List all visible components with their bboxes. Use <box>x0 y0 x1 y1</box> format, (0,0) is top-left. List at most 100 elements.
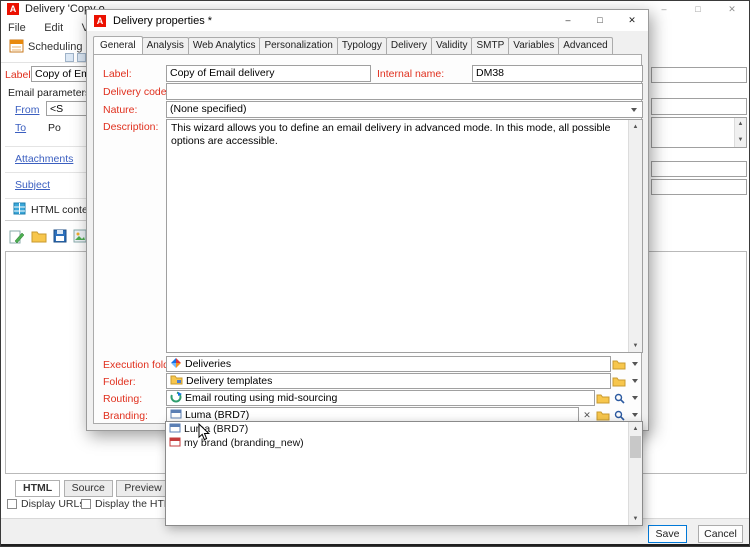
html-content-icon <box>13 202 26 220</box>
tab-general[interactable]: General <box>93 36 143 54</box>
minimize-button[interactable]: – <box>647 1 681 18</box>
scroll-down-button[interactable]: ▼ <box>629 512 642 525</box>
mini-scrollbar[interactable]: ▲ ▼ <box>734 118 746 147</box>
execution-folder-field[interactable]: Deliveries <box>166 356 611 372</box>
scroll-up-button[interactable]: ▲ <box>629 422 642 435</box>
open-folder-icon[interactable] <box>31 229 47 248</box>
chevron-down-icon <box>632 362 638 366</box>
tab-analysis[interactable]: Analysis <box>141 37 189 54</box>
dialog-titlebar[interactable]: A Delivery properties * – □ ✕ <box>87 10 648 31</box>
tab-validity[interactable]: Validity <box>430 37 473 54</box>
tab-smtp[interactable]: SMTP <box>471 37 510 54</box>
dialog-minimize-button[interactable]: – <box>552 10 584 31</box>
close-icon: ✕ <box>628 15 636 25</box>
internal-name-caption: Internal name: <box>377 68 445 80</box>
routing-icon <box>170 391 182 405</box>
scheduling-label[interactable]: Scheduling <box>28 41 82 53</box>
field-partial-right-2[interactable] <box>651 98 747 115</box>
folder-field[interactable]: Delivery templates <box>166 373 611 389</box>
image-icon[interactable] <box>73 229 87 248</box>
maximize-button[interactable]: □ <box>681 1 715 18</box>
separator <box>5 146 86 147</box>
popup-scrollbar[interactable]: ▲ ▼ <box>628 422 642 525</box>
dialog-close-button[interactable]: ✕ <box>616 10 648 31</box>
display-html-checkbox[interactable] <box>81 499 91 509</box>
from-link[interactable]: From <box>15 104 40 116</box>
close-button[interactable]: ✕ <box>715 1 749 18</box>
description-scrollbar[interactable]: ▲ ▼ <box>628 120 642 352</box>
search-icon <box>614 393 625 404</box>
dropdown-button[interactable] <box>627 390 643 406</box>
clear-icon: ✕ <box>583 409 591 420</box>
nature-value: (None specified) <box>170 103 247 115</box>
dialog-window-controls: – □ ✕ <box>552 10 648 31</box>
field-partial-right-4[interactable] <box>651 161 747 177</box>
tab-html[interactable]: HTML <box>15 480 61 497</box>
separator <box>5 172 86 173</box>
field-partial-right-3[interactable]: ▲ ▼ <box>651 117 747 148</box>
main-toolbar: Scheduling <box>1 34 86 63</box>
menu-edit[interactable]: Edit <box>37 21 70 35</box>
from-input[interactable]: <S <box>46 101 87 116</box>
routing-field[interactable]: Email routing using mid-sourcing <box>166 390 595 406</box>
edit-icon[interactable] <box>9 229 25 249</box>
dropdown-button[interactable] <box>627 373 643 389</box>
label-input[interactable]: Copy of Email delivery <box>166 65 371 82</box>
folder-row: Delivery templates <box>166 373 643 389</box>
folder-value: Delivery templates <box>186 375 273 387</box>
list-icon[interactable] <box>77 53 86 62</box>
tab-typology[interactable]: Typology <box>336 37 387 54</box>
scroll-up-button[interactable]: ▲ <box>629 120 642 133</box>
calendar-icon <box>9 38 24 58</box>
branding-caption: Branding: <box>103 410 148 422</box>
dropdown-item-my-brand[interactable]: my brand (branding_new) <box>166 436 628 450</box>
dialog-maximize-button[interactable]: □ <box>584 10 616 31</box>
tab-advanced[interactable]: Advanced <box>558 37 613 54</box>
tab-web-analytics[interactable]: Web Analytics <box>187 37 261 54</box>
save-button[interactable]: Save <box>648 525 687 543</box>
chevron-down-icon <box>632 413 638 417</box>
dialog-tab-strip: General Analysis Web Analytics Personali… <box>93 34 642 54</box>
field-partial-right-5[interactable] <box>651 179 747 195</box>
grid-icon[interactable] <box>65 53 74 62</box>
to-link[interactable]: To <box>15 122 26 134</box>
cancel-button[interactable]: Cancel <box>698 525 743 543</box>
display-urls-checkbox[interactable] <box>7 499 17 509</box>
tab-personalization[interactable]: Personalization <box>259 37 338 54</box>
description-text: This wizard allows you to define an emai… <box>171 122 611 147</box>
description-caption: Description: <box>103 121 159 133</box>
field-partial-right-1[interactable] <box>651 67 747 83</box>
tab-page-general: Label: Copy of Email delivery Internal n… <box>93 54 643 424</box>
folder-picker-button[interactable] <box>611 356 627 372</box>
nature-select[interactable]: (None specified) <box>166 101 643 118</box>
description-input[interactable]: This wizard allows you to define an emai… <box>166 119 643 353</box>
scroll-up-button[interactable]: ▲ <box>735 118 746 131</box>
branding-dropdown-popup: Luma (BRD7) my brand (branding_new) ▲ ▼ <box>165 421 643 526</box>
search-button[interactable] <box>611 390 627 406</box>
tab-delivery[interactable]: Delivery <box>385 37 432 54</box>
delivery-code-caption: Delivery code: <box>103 86 170 98</box>
tab-source[interactable]: Source <box>63 480 113 497</box>
dropdown-item-luma[interactable]: Luma (BRD7) <box>166 422 628 436</box>
minimize-icon: – <box>661 4 667 14</box>
delivery-code-input[interactable] <box>166 83 643 100</box>
tab-variables[interactable]: Variables <box>508 37 560 54</box>
folder-picker-button[interactable] <box>595 390 611 406</box>
app-logo-icon: A <box>7 3 19 15</box>
chevron-down-icon <box>632 379 638 383</box>
internal-name-input[interactable]: DM38 <box>472 65 643 82</box>
menu-file[interactable]: File <box>1 21 33 35</box>
attachments-link[interactable]: Attachments <box>15 153 73 165</box>
dropdown-button[interactable] <box>627 356 643 372</box>
routing-caption: Routing: <box>103 393 143 405</box>
delivery-properties-dialog: A Delivery properties * – □ ✕ General An… <box>86 9 649 431</box>
scroll-down-button[interactable]: ▼ <box>735 134 746 147</box>
scroll-down-button[interactable]: ▼ <box>629 339 642 352</box>
label-input[interactable]: Copy of Ema <box>31 66 87 82</box>
folder-picker-button[interactable] <box>611 373 627 389</box>
maximize-icon: □ <box>597 15 603 25</box>
save-icon[interactable] <box>53 229 67 248</box>
scrollbar-thumb[interactable] <box>630 436 641 458</box>
subject-link[interactable]: Subject <box>15 179 50 191</box>
tab-preview[interactable]: Preview <box>116 480 170 497</box>
